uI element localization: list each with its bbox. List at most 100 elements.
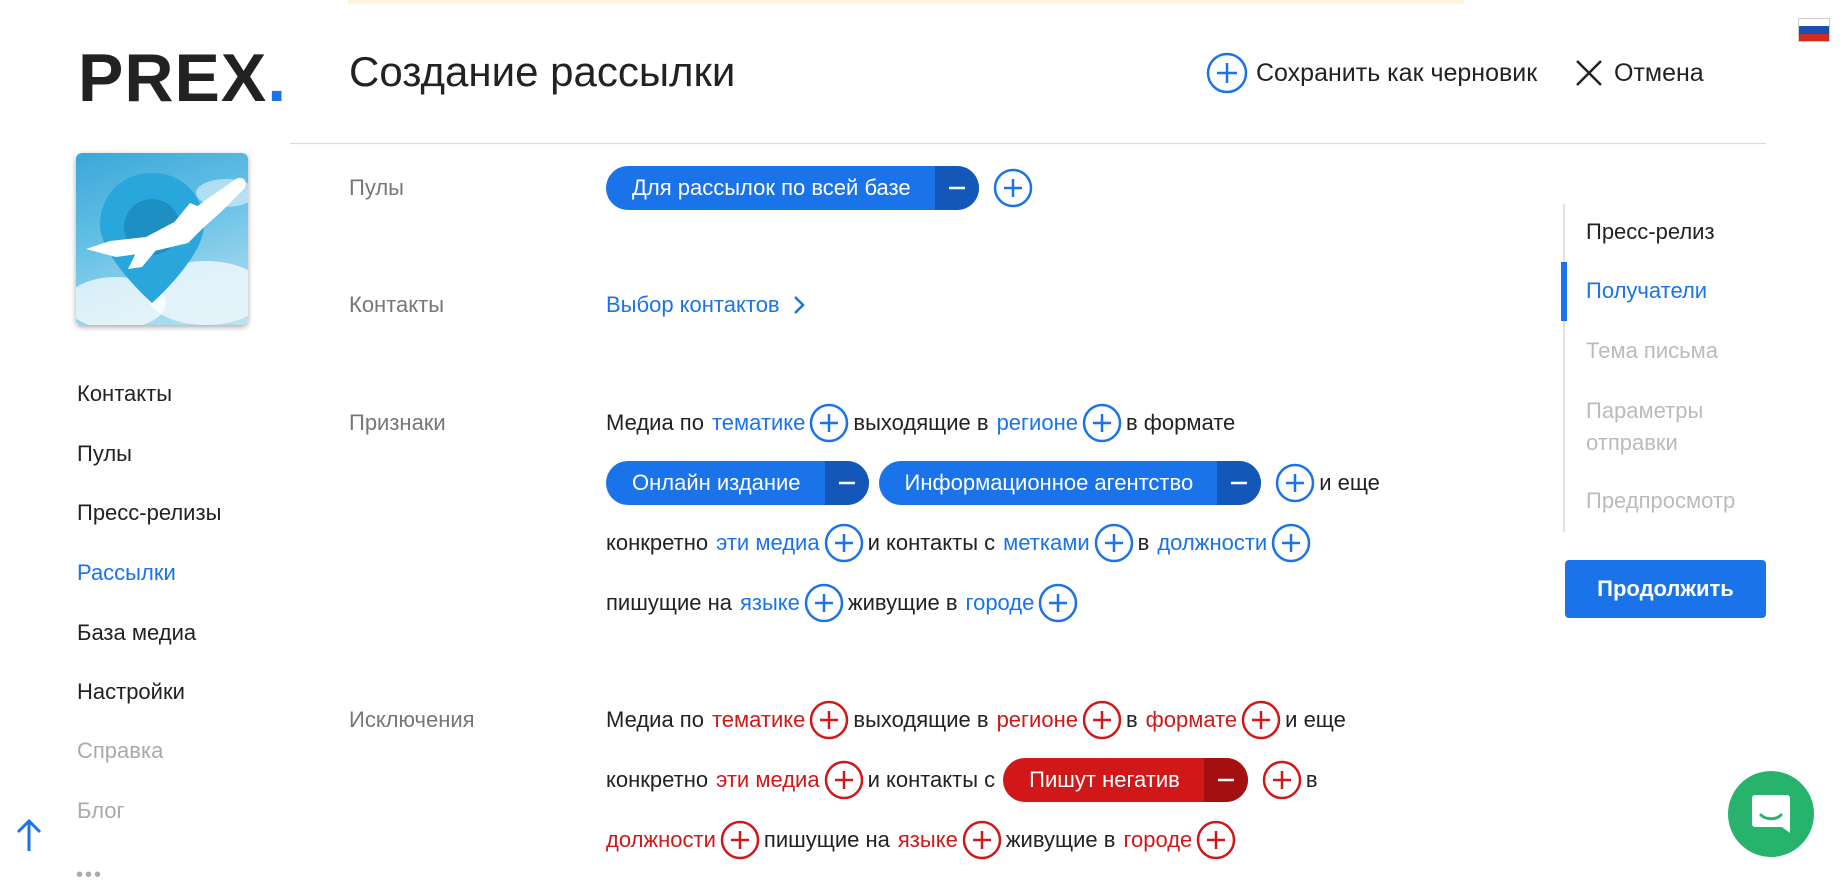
minus-icon <box>1216 770 1236 790</box>
excl-tag-chip: Пишут негатив <box>1003 758 1248 802</box>
save-draft-button[interactable]: Сохранить как черновик <box>1206 52 1537 94</box>
arrow-up-icon[interactable] <box>14 815 44 855</box>
features-line-3: конкретно эти медиа и контакты с метками… <box>606 521 1315 565</box>
excl-add-media-button[interactable] <box>824 760 864 800</box>
excl-living-in: живущие в <box>1005 827 1116 852</box>
excl-specifically: конкретно <box>606 767 709 792</box>
excl-in: в <box>1125 707 1138 732</box>
sidebar-item-contacts[interactable]: Контакты <box>77 380 172 408</box>
features-line-1: Медиа по тематике выходящие в регионе в … <box>606 401 1235 445</box>
excl-add-format-button[interactable] <box>1241 700 1281 740</box>
page-title: Создание рассылки <box>349 48 736 95</box>
remove-pool-button[interactable] <box>934 166 979 210</box>
add-city-button[interactable] <box>1038 583 1078 623</box>
sidebar-item-pools[interactable]: Пулы <box>77 440 132 468</box>
features-writing-in: пишущие на <box>606 590 732 615</box>
features-tags-link[interactable]: метками <box>1003 530 1089 556</box>
features-city-link[interactable]: городе <box>966 590 1035 616</box>
choose-contacts-link[interactable]: Выбор контактов <box>606 292 780 318</box>
cancel-button[interactable]: Отмена <box>1572 56 1704 90</box>
remove-format-agency-button[interactable] <box>1217 461 1262 505</box>
features-region-link[interactable]: регионе <box>997 410 1078 436</box>
excl-published-in: выходящие в <box>853 707 989 732</box>
excl-region-link[interactable]: регионе <box>997 707 1078 733</box>
plane-pin-icon <box>76 173 248 325</box>
excl-add-language-button[interactable] <box>962 820 1002 860</box>
step-preview[interactable]: Предпросмотр <box>1586 485 1735 517</box>
add-region-button[interactable] <box>1082 403 1122 443</box>
features-language-link[interactable]: языке <box>740 590 800 616</box>
excl-topic-link[interactable]: тематике <box>712 707 805 733</box>
close-icon <box>1576 60 1602 86</box>
excl-positions-link[interactable]: должности <box>606 827 716 853</box>
excl-add-region-button[interactable] <box>1082 700 1122 740</box>
format-chip-online: Онлайн издание <box>606 461 869 505</box>
sidebar-item-media-base[interactable]: База медиа <box>77 619 196 647</box>
add-pool-button[interactable] <box>993 168 1033 208</box>
step-recipients[interactable]: Получатели <box>1586 275 1707 307</box>
top-notice-strip <box>348 0 1464 4</box>
excl-contacts-with: и контакты с <box>867 767 996 792</box>
features-media-by: Медиа по <box>606 410 704 435</box>
company-avatar[interactable] <box>76 153 248 325</box>
excl-add-position-button[interactable] <box>720 820 760 860</box>
step-subject[interactable]: Тема письма <box>1586 335 1718 367</box>
steps-track <box>1563 204 1565 532</box>
plus-circle-icon <box>1206 52 1248 94</box>
remove-format-online-button[interactable] <box>824 461 869 505</box>
continue-button[interactable]: Продолжить <box>1565 560 1766 618</box>
excl-these-media-link[interactable]: эти медиа <box>716 767 819 793</box>
sidebar-item-mailings[interactable]: Рассылки <box>77 559 176 587</box>
logo[interactable]: PREX. <box>78 38 287 118</box>
active-step-indicator <box>1561 262 1567 321</box>
excl-writing-in: пишущие на <box>763 827 890 852</box>
excl-add-topic-button[interactable] <box>809 700 849 740</box>
header-divider <box>290 143 1766 144</box>
excl-and-more: и еще <box>1285 707 1346 732</box>
excl-city-link[interactable]: городе <box>1123 827 1192 853</box>
features-in-format: в формате <box>1125 410 1236 435</box>
add-language-button[interactable] <box>804 583 844 623</box>
chat-widget-button[interactable] <box>1728 771 1814 857</box>
add-format-button[interactable] <box>1275 463 1315 503</box>
chevron-right-icon[interactable] <box>786 292 812 318</box>
excl-add-city-button[interactable] <box>1196 820 1236 860</box>
excl-format-link[interactable]: формате <box>1146 707 1238 733</box>
pools-line: Для рассылок по всей базе <box>606 166 1037 210</box>
excl-language-link[interactable]: языке <box>898 827 958 853</box>
sidebar-item-blog[interactable]: Блог <box>77 797 125 825</box>
exclusions-line-2: конкретно эти медиа и контакты с Пишут н… <box>606 758 1318 802</box>
step-press-release[interactable]: Пресс-релиз <box>1586 216 1715 248</box>
logo-dot: . <box>267 40 288 116</box>
features-contacts-with: и контакты с <box>867 530 996 555</box>
sidebar-item-press-releases[interactable]: Пресс-релизы <box>77 499 221 527</box>
logo-text: PREX <box>78 40 268 116</box>
contacts-line: Выбор контактов <box>606 283 812 327</box>
add-topic-button[interactable] <box>809 403 849 443</box>
features-these-media-link[interactable]: эти медиа <box>716 530 819 556</box>
exclusions-line-3: должности пишущие на языке живущие в гор… <box>606 818 1240 862</box>
add-media-button[interactable] <box>824 523 864 563</box>
add-position-button[interactable] <box>1271 523 1311 563</box>
features-published-in: выходящие в <box>853 410 989 435</box>
features-line-4: пишущие на языке живущие в городе <box>606 581 1082 625</box>
pool-chip-label: Для рассылок по всей базе <box>632 175 911 200</box>
features-living-in: живущие в <box>847 590 958 615</box>
excl-add-tag-button[interactable] <box>1262 760 1302 800</box>
features-topic-link[interactable]: тематике <box>712 410 805 436</box>
pool-chip: Для рассылок по всей базе <box>606 166 979 210</box>
sidebar-more-dots[interactable]: ••• <box>76 864 103 887</box>
format-chip-agency: Информационное агентство <box>878 461 1262 505</box>
russian-flag-icon[interactable] <box>1798 18 1830 42</box>
remove-excl-tag-button[interactable] <box>1203 758 1248 802</box>
add-tag-button[interactable] <box>1094 523 1134 563</box>
step-send-params[interactable]: Параметры отправки <box>1586 395 1746 459</box>
minus-icon <box>837 473 857 493</box>
format-chip-online-label: Онлайн издание <box>632 470 801 495</box>
features-positions-link[interactable]: должности <box>1157 530 1267 556</box>
sidebar-item-settings[interactable]: Настройки <box>77 678 185 706</box>
sidebar-item-help[interactable]: Справка <box>77 737 163 765</box>
features-in: в <box>1137 530 1150 555</box>
features-specifically: конкретно <box>606 530 709 555</box>
minus-icon <box>947 178 967 198</box>
